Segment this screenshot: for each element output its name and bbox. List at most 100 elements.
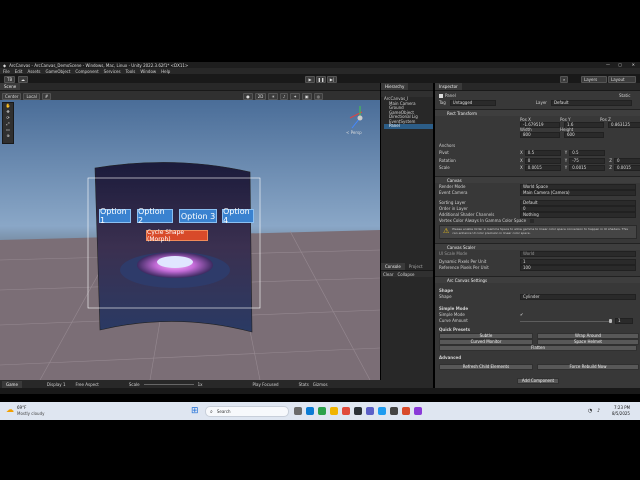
menu-tools[interactable]: Tools — [126, 69, 136, 74]
gizmos-dropdown[interactable]: ◎ — [313, 92, 324, 100]
menu-assets[interactable]: Assets — [27, 69, 40, 74]
event-camera-field[interactable]: Main Camera (Camera) — [520, 189, 636, 196]
collapse-button[interactable]: Collapse — [397, 272, 414, 277]
transform-tool-icon[interactable]: ⊕ — [3, 133, 13, 139]
vscode-icon[interactable] — [378, 407, 386, 415]
file-explorer-icon[interactable] — [330, 407, 338, 415]
pivot-y-field[interactable]: 0.5 — [569, 149, 606, 156]
layers-dropdown[interactable]: Layers — [581, 76, 607, 83]
preset-curved-monitor-button[interactable]: Curved Monitor — [439, 338, 533, 345]
scale-y-field[interactable]: 0.0015 — [569, 164, 606, 171]
lighting-icon[interactable]: ☀ — [268, 92, 278, 100]
option-2-button[interactable]: Option 2 — [137, 207, 173, 225]
shape-dropdown[interactable]: Cylinder — [520, 293, 636, 300]
weather-temp[interactable]: 69°F — [17, 405, 26, 410]
scale-slider[interactable] — [143, 383, 194, 385]
shading-sphere-icon[interactable]: ● — [243, 92, 253, 100]
canvas-scaler-header[interactable]: Canvas Scaler — [435, 243, 640, 250]
option-3-button[interactable]: Option 3 — [179, 209, 217, 223]
edge-icon[interactable] — [306, 407, 314, 415]
minimize-icon[interactable]: — — [606, 62, 610, 67]
vertex-color-checkbox[interactable] — [530, 218, 535, 223]
preset-flatten-button[interactable]: Flatten — [439, 344, 637, 351]
refresh-child-elements-button[interactable]: Refresh Child Elements — [439, 363, 533, 370]
space-local-dropdown[interactable]: Local — [23, 92, 40, 100]
teams-icon[interactable] — [366, 407, 374, 415]
menu-help[interactable]: Help — [161, 69, 170, 74]
task-view-icon[interactable] — [294, 407, 302, 415]
close-icon[interactable]: ✕ — [632, 62, 635, 67]
windows-start-icon[interactable]: ⊞ — [191, 406, 199, 416]
curve-amount-thumb[interactable] — [609, 318, 612, 323]
canvas-header[interactable]: Canvas — [435, 176, 640, 183]
preset-wrap-around-button[interactable]: Wrap Around — [537, 332, 639, 339]
search-icon[interactable]: ⌕ — [560, 76, 569, 83]
cycle-shape-button[interactable]: Cycle Shape (Morph) — [146, 229, 208, 243]
option-4-button[interactable]: Option 4 — [222, 207, 254, 225]
tab-project[interactable]: Project — [404, 263, 427, 270]
rect-transform-header[interactable]: Rect Transform — [435, 109, 640, 116]
audio-icon[interactable]: ♪ — [279, 92, 289, 100]
menu-services[interactable]: Services — [104, 69, 121, 74]
simple-mode-checkbox[interactable]: ✔ — [520, 312, 523, 317]
chrome-icon[interactable] — [342, 407, 350, 415]
height-field[interactable]: 600 — [564, 131, 604, 138]
clock-date[interactable]: 8/5/2025 — [612, 411, 630, 416]
stats-button[interactable]: Stats — [299, 382, 309, 387]
store-icon[interactable] — [318, 407, 326, 415]
option-1-button[interactable]: Option 1 — [99, 207, 131, 225]
weather-desc[interactable]: Mostly cloudy — [17, 411, 45, 416]
pause-icon[interactable]: ❚❚ — [316, 76, 326, 83]
curve-amount-field[interactable]: 1 — [615, 317, 633, 324]
tab-inspector[interactable]: Inspector — [435, 83, 462, 90]
preset-subtle-button[interactable]: Subtle — [439, 332, 533, 339]
clock-time[interactable]: 7:23 PM — [614, 405, 630, 410]
anchors-label[interactable]: Anchors — [439, 143, 455, 148]
scale-z-field[interactable]: 0.0015 — [613, 164, 640, 171]
gizmos-button[interactable]: Gizmos — [313, 382, 328, 387]
app-icon[interactable] — [414, 407, 422, 415]
weather-icon[interactable]: ☁ — [6, 405, 14, 414]
camera-icon[interactable]: ▣ — [301, 92, 312, 100]
object-name[interactable]: Panel — [445, 93, 456, 98]
tab-scene[interactable]: Scene — [0, 83, 21, 90]
rot-y-field[interactable]: -75 — [569, 157, 606, 164]
pivot-x-field[interactable]: 0.5 — [524, 149, 561, 156]
wifi-icon[interactable]: ◔ — [588, 408, 592, 414]
static-toggle[interactable]: Static — [619, 93, 630, 98]
pivot-center-dropdown[interactable]: Center — [2, 92, 22, 100]
menu-file[interactable]: File — [3, 69, 10, 74]
play-icon[interactable]: ▶ — [305, 76, 315, 83]
menu-gameobject[interactable]: GameObject — [45, 69, 70, 74]
tab-console[interactable]: Console — [381, 263, 405, 270]
scene-viewport[interactable]: Option 1 Option 2 Option 3 Option 4 Cycl… — [0, 100, 380, 380]
hierarchy-item-selected[interactable]: Panel — [384, 123, 433, 129]
view-2d-toggle[interactable]: 2D — [254, 92, 267, 100]
layout-dropdown[interactable]: Layout — [608, 76, 636, 83]
grid-snap-icon[interactable]: # — [41, 92, 52, 100]
tag-dropdown[interactable]: Untagged — [449, 99, 496, 106]
display-dropdown[interactable]: Display 1 — [47, 382, 66, 387]
curve-amount-slider[interactable] — [520, 318, 612, 323]
active-checkbox[interactable] — [439, 93, 443, 98]
step-icon[interactable]: ▶| — [327, 76, 337, 83]
tab-game[interactable]: Game — [2, 380, 22, 388]
scene-gizmo-label[interactable]: < Persp — [346, 130, 362, 135]
rot-x-field[interactable]: 0 — [524, 157, 561, 164]
chrome-2-icon[interactable] — [402, 407, 410, 415]
preset-space-helmet-button[interactable]: Space Helmet — [537, 338, 639, 345]
maximize-icon[interactable]: ▢ — [618, 62, 622, 67]
layer-dropdown[interactable]: Default — [550, 99, 632, 106]
add-component-button[interactable]: Add Component — [517, 377, 559, 384]
ui-scale-mode-dropdown[interactable]: World — [520, 250, 636, 257]
menu-window[interactable]: Window — [140, 69, 156, 74]
menu-edit[interactable]: Edit — [15, 69, 23, 74]
arc-canvas-settings-header[interactable]: Arc Canvas Settings — [435, 276, 640, 283]
rppu-field[interactable]: 100 — [520, 264, 636, 271]
tab-hierarchy[interactable]: Hierarchy — [381, 83, 409, 90]
effects-icon[interactable]: ✦ — [290, 92, 300, 100]
aspect-dropdown[interactable]: Free Aspect — [75, 382, 98, 387]
play-focused-dropdown[interactable]: Play Focused — [253, 382, 279, 387]
scale-x-field[interactable]: 0.0015 — [524, 164, 561, 171]
force-rebuild-button[interactable]: Force Rebuild Now — [537, 363, 639, 370]
